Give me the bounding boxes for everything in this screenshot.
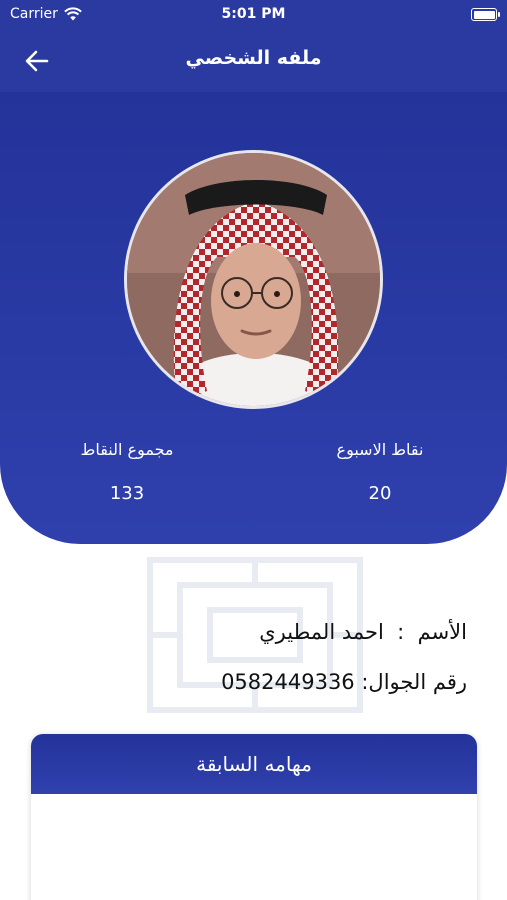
weekly-points-value: 20	[368, 483, 392, 504]
phone-label: رقم الجوال:	[361, 670, 467, 694]
name-value: احمد المطيري	[259, 620, 384, 644]
total-points-value: 133	[109, 483, 145, 504]
avatar	[124, 150, 383, 409]
total-points-stat: مجموع النقاط 133	[37, 440, 217, 504]
name-line: الأسم : احمد المطيري	[259, 620, 467, 644]
weekly-points-label: نقاط الاسبوع	[336, 440, 424, 459]
page-title: ملفه الشخصي	[185, 47, 322, 69]
total-points-label: مجموع النقاط	[80, 440, 174, 459]
status-bar: Carrier 5:01 PM	[0, 0, 507, 30]
status-time: 5:01 PM	[221, 6, 286, 22]
avatar-photo	[127, 153, 380, 406]
phone-line: رقم الجوال: 0582449336	[221, 670, 467, 694]
profile-header-card: نقاط الاسبوع 20 مجموع النقاط 133	[0, 92, 507, 544]
previous-tasks-panel: مهامه السابقة	[31, 734, 477, 900]
nav-bar: ملفه الشخصي	[0, 30, 507, 92]
battery-icon	[471, 8, 500, 21]
previous-tasks-header: مهامه السابقة	[31, 734, 477, 794]
weekly-points-stat: نقاط الاسبوع 20	[290, 440, 470, 504]
name-label: الأسم	[417, 620, 467, 644]
phone-value: 0582449336	[221, 670, 355, 694]
